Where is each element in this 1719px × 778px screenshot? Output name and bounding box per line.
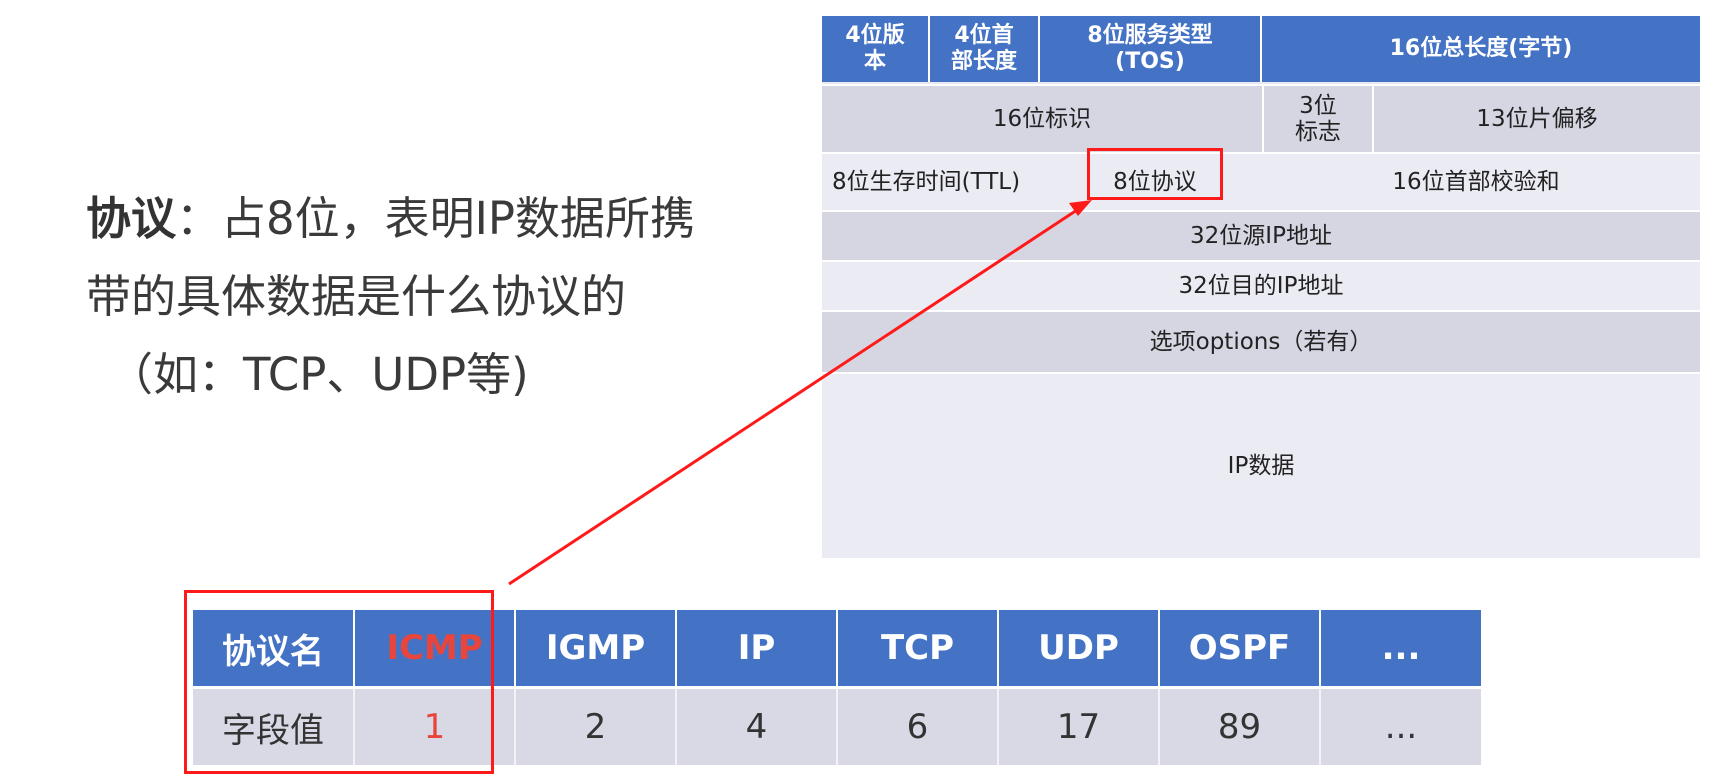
protocol-name-udp: UDP	[999, 610, 1160, 686]
protocol-name-more: ...	[1321, 610, 1481, 686]
protocol-name-igmp: IGMP	[516, 610, 677, 686]
field-value-igmp: 2	[516, 689, 677, 765]
protocol-name-ospf: OSPF	[1160, 610, 1321, 686]
field-value-ospf: 89	[1160, 689, 1321, 765]
protocol-name-ip: IP	[677, 610, 838, 686]
field-value-tcp: 6	[838, 689, 999, 765]
field-value-udp: 17	[999, 689, 1160, 765]
arrow-line	[508, 206, 1081, 586]
icmp-column-highlight	[184, 590, 494, 774]
field-value-more: ...	[1321, 689, 1481, 765]
protocol-name-tcp: TCP	[838, 610, 999, 686]
field-value-ip: 4	[677, 689, 838, 765]
